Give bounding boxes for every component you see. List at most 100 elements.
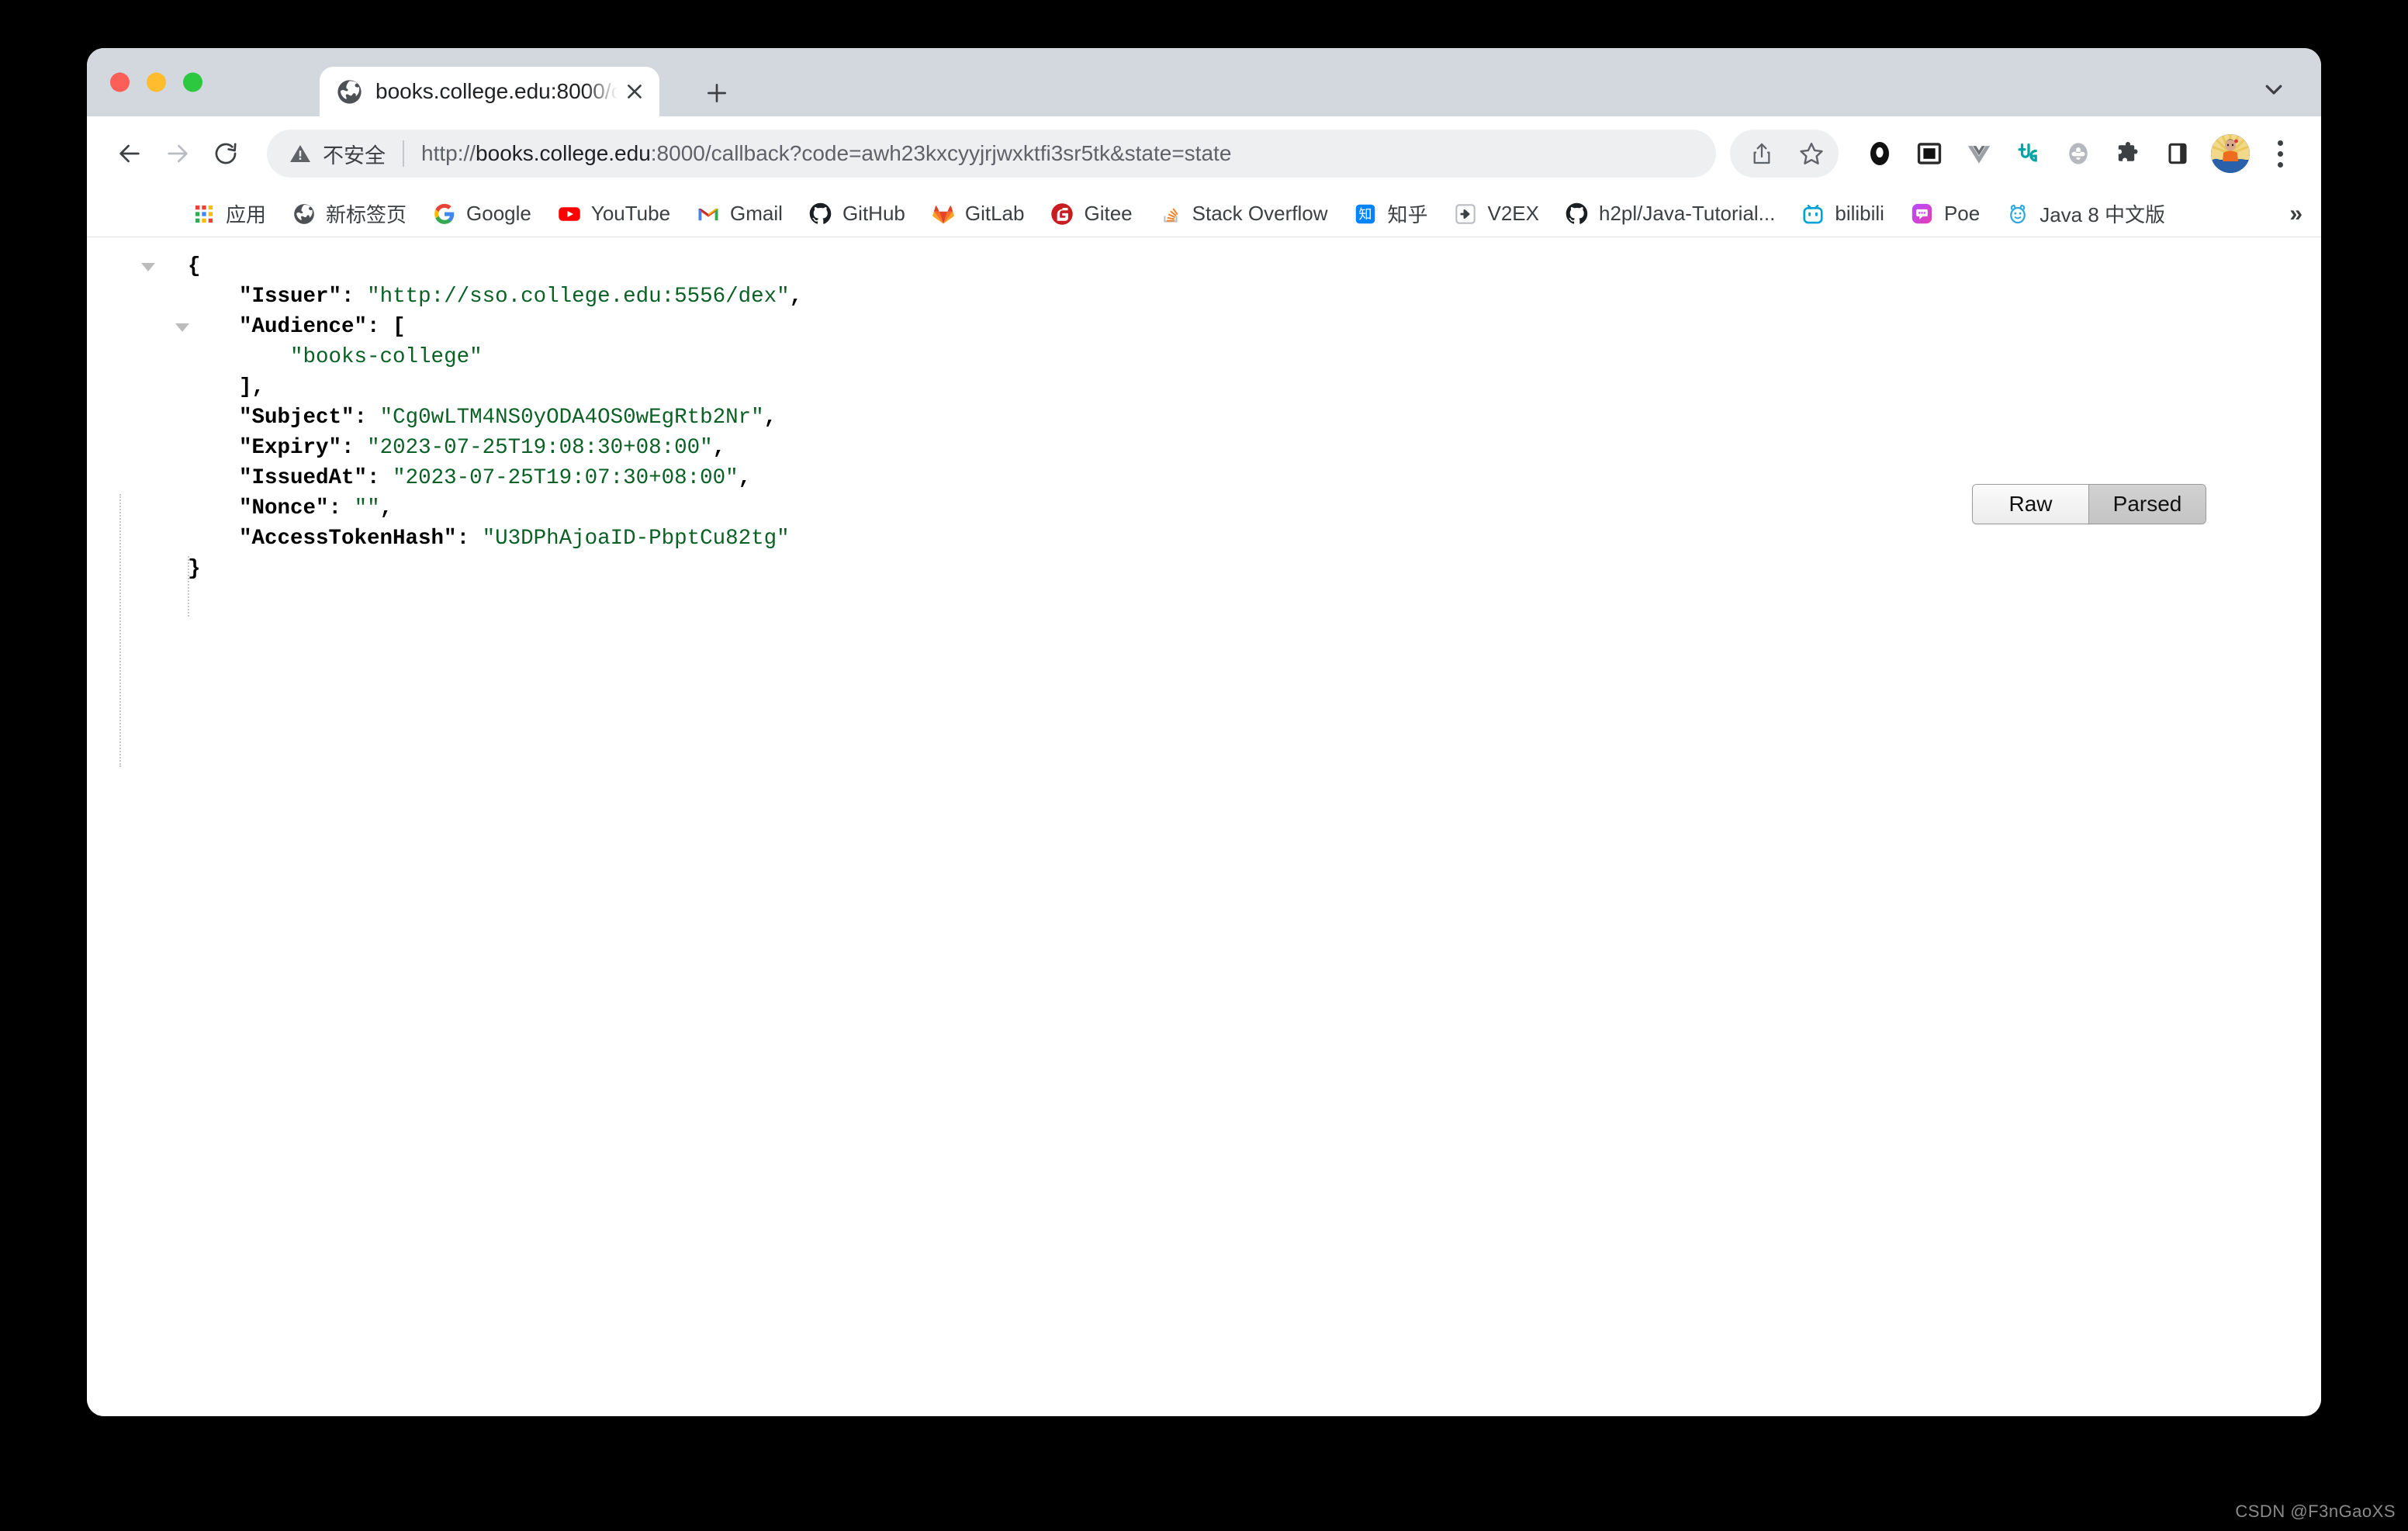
extensions-puzzle-icon[interactable] <box>2105 131 2150 176</box>
json-key: "Expiry" <box>239 436 342 460</box>
json-separator: : <box>341 285 368 309</box>
close-window-button[interactable] <box>110 72 130 92</box>
java8-monkey-icon <box>2006 202 2029 226</box>
bookmark-star-icon[interactable] <box>1789 131 1834 176</box>
bookmark-bilibili[interactable]: bilibili <box>1795 196 1891 232</box>
bookmark-label: 知乎 <box>1387 203 1428 226</box>
tampermonkey-icon[interactable] <box>2006 131 2051 176</box>
bookmark-label: 新标签页 <box>326 203 407 226</box>
bookmark-label: Java 8 中文版 <box>2040 203 2166 226</box>
json-key: "Subject" <box>239 406 355 430</box>
bookmark-poe[interactable]: Poe <box>1905 196 1986 232</box>
bookmark-github[interactable]: GitHub <box>803 196 912 232</box>
not-secure-warning-icon <box>289 142 312 165</box>
v2ex-icon <box>1454 202 1477 226</box>
json-value: "Cg0wLTM4NS0yODA4OS0wEgRtb2Nr" <box>379 406 764 430</box>
collapse-triangle-icon[interactable] <box>175 323 189 332</box>
json-key: "Issuer" <box>239 285 342 309</box>
bookmark-apps[interactable]: 应用 <box>186 196 272 232</box>
json-key: "Nonce" <box>239 496 329 520</box>
gitlab-icon <box>932 202 955 226</box>
google-icon <box>433 202 456 226</box>
json-line: "Subject": "Cg0wLTM4NS0yODA4OS0wEgRtb2Nr… <box>188 403 802 433</box>
youtube-icon <box>558 202 581 226</box>
bookmark-label: Stack Overflow <box>1192 202 1328 225</box>
bookmark-gitee[interactable]: Gitee <box>1044 196 1138 232</box>
json-value: "" <box>354 496 380 520</box>
reload-button[interactable] <box>202 130 250 178</box>
address-bar[interactable]: 不安全 http://books.college.edu:8000/callba… <box>267 130 1716 178</box>
json-punctuation: ], <box>239 375 265 399</box>
bookmark-stack-overflow[interactable]: Stack Overflow <box>1153 196 1334 232</box>
tab-title: books.college.edu:8000/callba <box>375 79 618 103</box>
json-line: { <box>141 251 802 282</box>
json-line: } <box>188 554 802 584</box>
parsed-view-button[interactable]: Parsed <box>2089 485 2206 524</box>
back-button[interactable] <box>106 130 154 178</box>
bookmark-java8-chinese[interactable]: Java 8 中文版 <box>2000 196 2171 232</box>
json-punctuation: { <box>188 254 201 278</box>
json-punctuation: , <box>379 496 393 520</box>
json-value: [ <box>393 315 406 339</box>
grammarly-extension-icon[interactable] <box>2056 131 2101 176</box>
tab-search-chevron-down-icon[interactable] <box>2256 71 2292 107</box>
stackoverflow-icon <box>1159 202 1182 226</box>
json-line: "IssuedAt": "2023-07-25T19:07:30+08:00", <box>188 463 802 493</box>
json-punctuation: , <box>789 285 803 309</box>
dark-reader-extension-icon[interactable] <box>1857 131 1902 176</box>
collapse-triangle-icon[interactable] <box>141 263 155 271</box>
url-host: books.college.edu <box>476 141 651 165</box>
avatar[interactable] <box>2211 134 2250 173</box>
browser-tab[interactable]: books.college.edu:8000/callba <box>320 67 659 116</box>
bookmark-label: Gmail <box>730 202 783 225</box>
json-punctuation: , <box>712 436 726 460</box>
minimize-window-button[interactable] <box>147 72 166 92</box>
screenshot-root: books.college.edu:8000/callba <box>0 0 2408 1531</box>
json-value: "2023-07-25T19:07:30+08:00" <box>393 466 739 490</box>
url-text: http://books.college.edu:8000/callback?c… <box>421 141 1693 166</box>
bookmarks-overflow-button[interactable]: » <box>2289 202 2302 226</box>
bookmark-zhihu[interactable]: 知 知乎 <box>1348 196 1434 232</box>
raw-view-button[interactable]: Raw <box>1973 485 2089 524</box>
zoom-window-button[interactable] <box>183 72 202 92</box>
bookmark-label: h2pl/Java-Tutorial... <box>1598 202 1776 225</box>
picture-in-picture-icon[interactable] <box>1907 131 1952 176</box>
url-scheme: http:// <box>421 141 476 165</box>
json-punctuation: } <box>188 557 201 581</box>
forward-button[interactable] <box>154 130 202 178</box>
bookmark-label: Gitee <box>1084 202 1133 225</box>
json-key: "AccessTokenHash" <box>239 527 457 551</box>
browser-menu-button[interactable] <box>2259 131 2301 176</box>
bookmark-gmail[interactable]: Gmail <box>690 196 789 232</box>
tab-strip: books.college.edu:8000/callba <box>87 48 2321 116</box>
globe-icon <box>292 202 316 226</box>
browser-window: books.college.edu:8000/callba <box>87 48 2321 1416</box>
bookmark-new-tab[interactable]: 新标签页 <box>286 196 413 232</box>
bookmark-google[interactable]: Google <box>427 196 538 232</box>
window-traffic-lights <box>110 72 202 92</box>
json-separator: : <box>367 466 393 490</box>
bookmark-gitlab[interactable]: GitLab <box>925 196 1031 232</box>
github-icon <box>809 202 832 226</box>
json-separator: : <box>341 436 368 460</box>
bookmark-label: V2EX <box>1487 202 1539 225</box>
browser-toolbar: 不安全 http://books.college.edu:8000/callba… <box>87 116 2321 191</box>
json-separator: : <box>367 315 393 339</box>
bookmark-java-tutorial[interactable]: h2pl/Java-Tutorial... <box>1559 196 1781 232</box>
bookmark-v2ex[interactable]: V2EX <box>1448 196 1545 232</box>
side-panel-icon[interactable] <box>2155 131 2200 176</box>
vue-devtools-icon[interactable] <box>1956 131 2001 176</box>
share-icon[interactable] <box>1739 131 1784 176</box>
json-line: "AccessTokenHash": "U3DPhAjoaID-PbptCu82… <box>188 524 802 554</box>
bookmark-youtube[interactable]: YouTube <box>552 196 676 232</box>
json-line: ], <box>188 372 802 403</box>
close-tab-icon[interactable] <box>618 74 652 109</box>
zhihu-icon: 知 <box>1354 202 1377 226</box>
new-tab-button[interactable] <box>700 76 734 110</box>
omnibox-divider <box>403 140 404 167</box>
